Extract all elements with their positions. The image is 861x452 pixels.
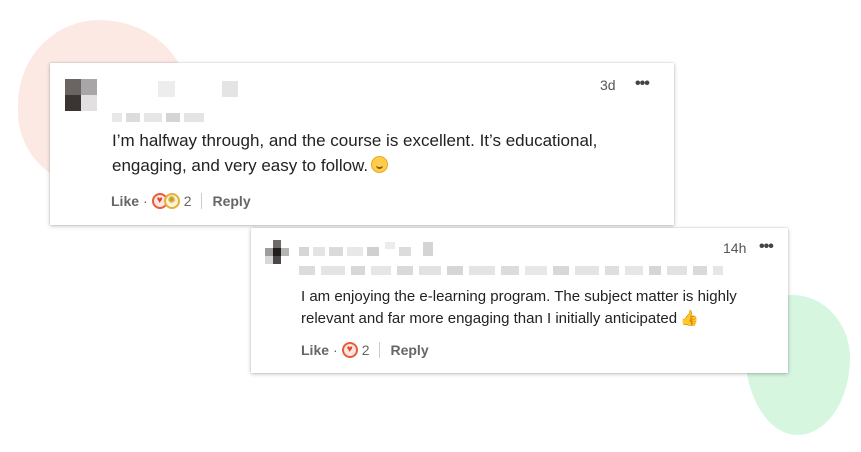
comment-body: I’m halfway through, and the course is e… bbox=[112, 131, 598, 175]
reply-button[interactable]: Reply bbox=[390, 342, 428, 358]
separator-dot: · bbox=[333, 342, 338, 358]
reaction-count[interactable]: 2 bbox=[184, 193, 192, 209]
comment-actions: Like · ♥ ✺ 2 Reply bbox=[111, 193, 251, 209]
comment-body-line-2-wrap: relevant and far more engaging than I in… bbox=[301, 308, 781, 330]
comment-card: 14h ••• I am enjoying the e-learning pro… bbox=[251, 228, 788, 373]
comment-text: I’m halfway through, and the course is e… bbox=[112, 128, 652, 178]
lightbulb-icon[interactable]: ✺ bbox=[163, 193, 180, 209]
comment-timestamp: 3d bbox=[600, 77, 616, 93]
heart-icon[interactable]: ♥ bbox=[341, 342, 358, 358]
comment-timestamp: 14h bbox=[723, 240, 747, 256]
comment-card: 3d ••• I’m halfway through, and the cour… bbox=[50, 63, 674, 225]
more-options-icon[interactable]: ••• bbox=[759, 238, 774, 256]
like-button[interactable]: Like bbox=[111, 193, 139, 209]
reply-button[interactable]: Reply bbox=[212, 193, 250, 209]
smile-emoji-icon bbox=[371, 156, 389, 173]
separator-dot: · bbox=[143, 193, 148, 209]
comment-body-line-1: I am enjoying the e-learning program. Th… bbox=[301, 288, 737, 305]
avatar[interactable] bbox=[265, 240, 289, 264]
actions-divider bbox=[201, 193, 203, 209]
comment-text: I am enjoying the e-learning program. Th… bbox=[301, 286, 781, 330]
actions-divider bbox=[379, 342, 381, 358]
reaction-count[interactable]: 2 bbox=[362, 342, 370, 358]
comment-actions: Like · ♥ 2 Reply bbox=[301, 342, 429, 358]
comment-body-line-2: relevant and far more engaging than I in… bbox=[301, 310, 678, 327]
thumbs-up-emoji-icon: 👍 bbox=[680, 310, 699, 327]
avatar[interactable] bbox=[65, 79, 97, 111]
more-options-icon[interactable]: ••• bbox=[635, 75, 650, 93]
like-button[interactable]: Like bbox=[301, 342, 329, 358]
